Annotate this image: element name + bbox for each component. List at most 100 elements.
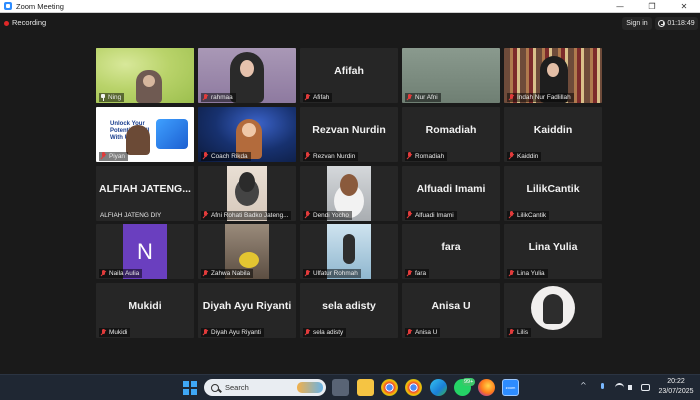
participant-display-name: LilikCantik	[526, 182, 580, 195]
participant-tile[interactable]: Lilis	[504, 283, 602, 338]
battery-icon[interactable]	[641, 384, 650, 391]
sign-in-button[interactable]: Sign in	[622, 17, 652, 30]
participant-tile[interactable]: Coach Rikda	[198, 106, 296, 162]
muted-mic-icon	[508, 328, 515, 337]
participant-tile[interactable]: rahmaa	[198, 48, 296, 103]
participant-tile[interactable]: Anisa U Anisa U	[402, 283, 500, 338]
recording-dot-icon	[4, 21, 9, 26]
participant-name: Anisa U	[415, 329, 438, 336]
participant-name-label: sela adisty	[303, 328, 347, 337]
windows-taskbar: Search 99+ ^ 20:22 23/07/2025	[0, 374, 700, 400]
edge-icon[interactable]	[430, 379, 447, 396]
participant-tile[interactable]: Dendi Yocho	[300, 165, 398, 221]
participant-display-name: ALFIAH JATENG...	[99, 182, 191, 195]
participant-tile[interactable]: Ulfatur Rohmah	[300, 224, 398, 280]
participant-name-label: Mukidi	[99, 328, 131, 337]
participant-name-label: Ning	[99, 93, 125, 102]
participant-display-name: fara	[441, 241, 461, 254]
task-view-icon[interactable]	[332, 379, 349, 396]
meeting-timer[interactable]: 01:18:49	[655, 17, 698, 30]
participant-tile[interactable]: LilikCantik LilikCantik	[504, 165, 602, 221]
participant-name-label: Anisa U	[405, 328, 441, 337]
participant-name-label: fara	[405, 269, 430, 279]
participant-tile[interactable]: Romadiah Romadiah	[402, 106, 500, 162]
participant-tile[interactable]: Unlock Your Potential Skill With UsPiyan	[96, 106, 194, 162]
timer-value: 01:18:49	[667, 20, 695, 27]
muted-mic-icon	[100, 328, 107, 337]
muted-mic-icon	[406, 211, 413, 219]
participant-name: Dendi Yocho	[313, 211, 349, 219]
participant-name-label: Nur Afni	[405, 93, 441, 102]
participant-tile[interactable]: Lina Yulia Lina Yulia	[504, 224, 602, 280]
participant-name: Ulfatur Rohmah	[313, 270, 358, 278]
participant-name-label: Dendi Yocho	[303, 210, 352, 220]
search-highlight-art	[297, 382, 323, 393]
participant-tile[interactable]: Rezvan Nurdin Rezvan Nurdin	[300, 106, 398, 162]
participant-display-name: Lina Yulia	[528, 241, 578, 254]
participant-name: Afni Rohati Badko Jateng...	[211, 211, 289, 219]
participant-tile[interactable]: Ning	[96, 48, 194, 103]
participant-display-name: Alfuadi Imami	[416, 182, 486, 195]
maximize-button[interactable]: ❐	[636, 0, 668, 13]
participant-name: Piyan	[109, 152, 125, 160]
muted-mic-icon	[508, 152, 515, 160]
muted-mic-icon	[406, 152, 413, 160]
firefox-icon[interactable]	[478, 379, 495, 396]
participant-tile[interactable]: Alfuadi Imami Alfuadi Imami	[402, 165, 500, 221]
participant-tile[interactable]: N Naila Aulia	[96, 224, 194, 280]
participant-name-label: Lina Yulia	[507, 269, 548, 279]
participant-tile[interactable]: fara fara	[402, 224, 500, 280]
participant-name: Rezvan Nurdin	[313, 152, 356, 160]
participant-name: Lina Yulia	[517, 270, 545, 278]
participant-name: LilikCantik	[517, 211, 547, 219]
muted-mic-icon	[202, 269, 209, 278]
muted-mic-icon	[406, 93, 413, 102]
start-icon[interactable]	[181, 379, 198, 396]
close-button[interactable]: ✕	[668, 0, 700, 13]
participant-name: Romadiah	[415, 152, 445, 160]
participant-name-label: Kaiddin	[507, 151, 542, 161]
participant-tile[interactable]: Diyah Ayu Riyanti Diyah Ayu Riyanti	[198, 283, 296, 338]
participant-tile[interactable]: Mukidi Mukidi	[96, 283, 194, 338]
participant-name: Afifah	[313, 94, 330, 101]
taskbar-search[interactable]: Search	[204, 379, 326, 396]
participant-tile[interactable]: Afni Rohati Badko Jateng...	[198, 165, 296, 221]
tray-overflow-icon[interactable]: ^	[580, 381, 587, 390]
participant-tile[interactable]: Nur Afni	[402, 48, 500, 103]
title-bar: Zoom Meeting — ❐ ✕	[0, 0, 700, 13]
participant-tile[interactable]: Kaiddin Kaiddin	[504, 106, 602, 162]
participant-name: Indah Nur Fadlillah	[517, 94, 571, 101]
file-explorer-icon[interactable]	[357, 379, 374, 396]
microphone-tray-icon[interactable]	[598, 383, 607, 392]
search-label: Search	[225, 383, 249, 392]
chrome-icon[interactable]	[381, 379, 398, 396]
participant-name: Lilis	[517, 329, 529, 336]
whatsapp-badge: 99+	[462, 378, 476, 386]
muted-mic-icon	[304, 152, 311, 160]
chrome-profile-icon[interactable]	[405, 379, 422, 396]
muted-mic-icon	[406, 269, 413, 278]
zoom-icon[interactable]	[502, 379, 519, 396]
volume-icon[interactable]	[628, 383, 637, 392]
participant-tile[interactable]: Afifah Afifah	[300, 48, 398, 103]
participant-name: Diyah Ayu Riyanti	[211, 329, 261, 336]
meeting-top-bar: Recording Sign in 01:18:49	[0, 13, 700, 35]
participant-name-label: rahmaa	[201, 93, 236, 102]
participant-name: Zahwa Nabila	[211, 270, 251, 278]
participant-display-name: Diyah Ayu Riyanti	[202, 300, 292, 312]
participant-tile[interactable]: sela adisty sela adisty	[300, 283, 398, 338]
clock-time[interactable]: 20:22	[655, 378, 697, 385]
participant-tile[interactable]: ALFIAH JATENG... ALFIAH JATENG DIY	[96, 165, 194, 221]
participant-tile[interactable]: Zahwa Nabila	[198, 224, 296, 280]
wifi-icon[interactable]	[615, 383, 624, 392]
muted-mic-icon	[100, 152, 107, 160]
participant-display-name: Romadiah	[425, 123, 477, 136]
participant-name: rahmaa	[211, 94, 233, 101]
participant-name-label: Afni Rohati Badko Jateng...	[201, 210, 292, 220]
minimize-button[interactable]: —	[604, 0, 636, 13]
recording-label[interactable]: Recording	[12, 18, 46, 27]
participant-name: Ning	[108, 94, 122, 101]
clock-date[interactable]: 23/07/2025	[655, 388, 697, 395]
participant-tile[interactable]: Indah Nur Fadlillah	[504, 48, 602, 103]
search-icon	[211, 383, 219, 392]
